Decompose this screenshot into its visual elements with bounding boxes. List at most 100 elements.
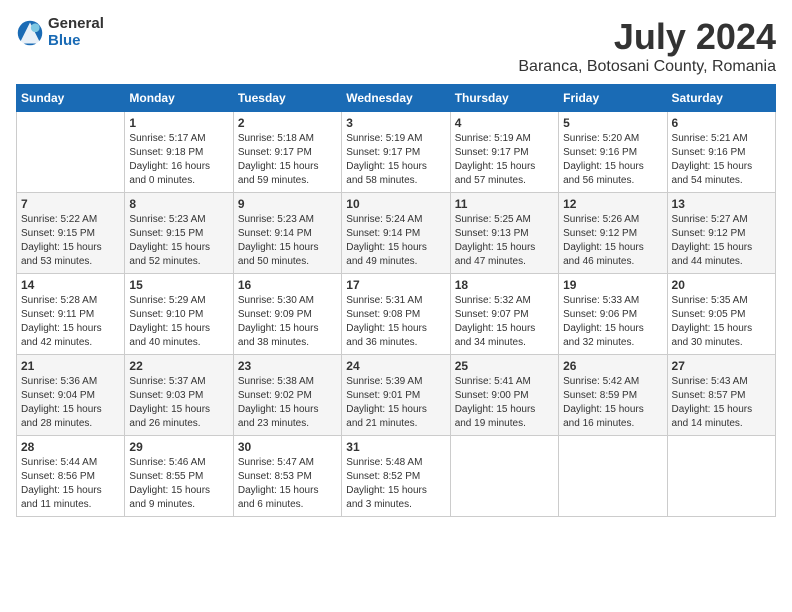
calendar-cell: 2 Sunrise: 5:18 AM Sunset: 9:17 PM Daylig… [233, 112, 341, 193]
header-wednesday: Wednesday [342, 85, 450, 112]
day-number: 2 [238, 116, 337, 130]
day-info: Sunrise: 5:39 AM Sunset: 9:01 PM Dayligh… [346, 375, 445, 431]
day-info: Sunrise: 5:19 AM Sunset: 9:17 PM Dayligh… [346, 132, 445, 188]
calendar-cell [450, 436, 558, 517]
day-number: 4 [455, 116, 554, 130]
day-number: 7 [21, 197, 120, 211]
day-number: 26 [563, 359, 662, 373]
calendar-cell: 8 Sunrise: 5:23 AM Sunset: 9:15 PM Daylig… [125, 193, 233, 274]
calendar-cell: 11 Sunrise: 5:25 AM Sunset: 9:13 PM Dayli… [450, 193, 558, 274]
calendar-table: SundayMondayTuesdayWednesdayThursdayFrid… [16, 84, 776, 517]
calendar-cell [17, 112, 125, 193]
day-info: Sunrise: 5:24 AM Sunset: 9:14 PM Dayligh… [346, 213, 445, 269]
calendar-cell: 3Sunrise: 5:19 AM Sunset: 9:17 PM Daylig… [342, 112, 450, 193]
calendar-cell: 17Sunrise: 5:31 AM Sunset: 9:08 PM Dayli… [342, 274, 450, 355]
day-info: Sunrise: 5:23 AM Sunset: 9:14 PM Dayligh… [238, 213, 337, 269]
day-number: 11 [455, 197, 554, 211]
day-number: 30 [238, 440, 337, 454]
calendar-cell: 13Sunrise: 5:27 AM Sunset: 9:12 PM Dayli… [667, 193, 775, 274]
calendar-header: SundayMondayTuesdayWednesdayThursdayFrid… [17, 85, 776, 112]
calendar-week-3: 14Sunrise: 5:28 AM Sunset: 9:11 PM Dayli… [17, 274, 776, 355]
day-info: Sunrise: 5:22 AM Sunset: 9:15 PM Dayligh… [21, 213, 120, 269]
day-info: Sunrise: 5:27 AM Sunset: 9:12 PM Dayligh… [672, 213, 771, 269]
calendar-cell: 20 Sunrise: 5:35 AM Sunset: 9:05 PM Dayli… [667, 274, 775, 355]
day-number: 23 [238, 359, 337, 373]
calendar-cell: 24 Sunrise: 5:39 AM Sunset: 9:01 PM Dayli… [342, 355, 450, 436]
calendar-week-5: 28 Sunrise: 5:44 AM Sunset: 8:56 PM Dayli… [17, 436, 776, 517]
day-info: Sunrise: 5:37 AM Sunset: 9:03 PM Dayligh… [129, 375, 228, 431]
calendar-cell: 22 Sunrise: 5:37 AM Sunset: 9:03 PM Dayli… [125, 355, 233, 436]
day-number: 24 [346, 359, 445, 373]
calendar-cell: 18Sunrise: 5:32 AM Sunset: 9:07 PM Dayli… [450, 274, 558, 355]
day-number: 6 [672, 116, 771, 130]
day-number: 31 [346, 440, 445, 454]
day-number: 20 [672, 278, 771, 292]
day-number: 29 [129, 440, 228, 454]
day-number: 18 [455, 278, 554, 292]
logo-general: General [48, 16, 104, 33]
calendar-cell: 1 Sunrise: 5:17 AM Sunset: 9:18 PM Daylig… [125, 112, 233, 193]
day-number: 9 [238, 197, 337, 211]
day-info: Sunrise: 5:28 AM Sunset: 9:11 PM Dayligh… [21, 294, 120, 350]
calendar-cell: 25Sunrise: 5:41 AM Sunset: 9:00 PM Dayli… [450, 355, 558, 436]
calendar-cell: 31 Sunrise: 5:48 AM Sunset: 8:52 PM Dayli… [342, 436, 450, 517]
calendar-cell: 28 Sunrise: 5:44 AM Sunset: 8:56 PM Dayli… [17, 436, 125, 517]
page-header: General Blue July 2024 Baranca, Botosani… [16, 16, 776, 76]
day-number: 15 [129, 278, 228, 292]
day-info: Sunrise: 5:46 AM Sunset: 8:55 PM Dayligh… [129, 456, 228, 512]
calendar-week-4: 21Sunrise: 5:36 AM Sunset: 9:04 PM Dayli… [17, 355, 776, 436]
day-info: Sunrise: 5:44 AM Sunset: 8:56 PM Dayligh… [21, 456, 120, 512]
calendar-cell [559, 436, 667, 517]
logo-icon [16, 19, 44, 47]
logo-text: General Blue [48, 16, 104, 49]
calendar-cell: 14Sunrise: 5:28 AM Sunset: 9:11 PM Dayli… [17, 274, 125, 355]
calendar-cell: 23 Sunrise: 5:38 AM Sunset: 9:02 PM Dayli… [233, 355, 341, 436]
day-info: Sunrise: 5:30 AM Sunset: 9:09 PM Dayligh… [238, 294, 337, 350]
day-info: Sunrise: 5:29 AM Sunset: 9:10 PM Dayligh… [129, 294, 228, 350]
day-info: Sunrise: 5:31 AM Sunset: 9:08 PM Dayligh… [346, 294, 445, 350]
calendar-week-2: 7 Sunrise: 5:22 AM Sunset: 9:15 PM Daylig… [17, 193, 776, 274]
header-thursday: Thursday [450, 85, 558, 112]
header-saturday: Saturday [667, 85, 775, 112]
day-info: Sunrise: 5:17 AM Sunset: 9:18 PM Dayligh… [129, 132, 228, 188]
logo: General Blue [16, 16, 104, 49]
calendar-cell: 29 Sunrise: 5:46 AM Sunset: 8:55 PM Dayli… [125, 436, 233, 517]
day-number: 19 [563, 278, 662, 292]
day-number: 16 [238, 278, 337, 292]
calendar-cell: 27 Sunrise: 5:43 AM Sunset: 8:57 PM Dayli… [667, 355, 775, 436]
calendar-cell: 12 Sunrise: 5:26 AM Sunset: 9:12 PM Dayli… [559, 193, 667, 274]
day-info: Sunrise: 5:25 AM Sunset: 9:13 PM Dayligh… [455, 213, 554, 269]
day-info: Sunrise: 5:20 AM Sunset: 9:16 PM Dayligh… [563, 132, 662, 188]
day-info: Sunrise: 5:33 AM Sunset: 9:06 PM Dayligh… [563, 294, 662, 350]
day-info: Sunrise: 5:43 AM Sunset: 8:57 PM Dayligh… [672, 375, 771, 431]
header-sunday: Sunday [17, 85, 125, 112]
day-info: Sunrise: 5:48 AM Sunset: 8:52 PM Dayligh… [346, 456, 445, 512]
header-monday: Monday [125, 85, 233, 112]
calendar-cell: 5 Sunrise: 5:20 AM Sunset: 9:16 PM Daylig… [559, 112, 667, 193]
day-number: 27 [672, 359, 771, 373]
day-info: Sunrise: 5:21 AM Sunset: 9:16 PM Dayligh… [672, 132, 771, 188]
day-number: 5 [563, 116, 662, 130]
day-info: Sunrise: 5:23 AM Sunset: 9:15 PM Dayligh… [129, 213, 228, 269]
day-number: 8 [129, 197, 228, 211]
day-number: 22 [129, 359, 228, 373]
day-number: 28 [21, 440, 120, 454]
day-number: 12 [563, 197, 662, 211]
calendar-cell: 19 Sunrise: 5:33 AM Sunset: 9:06 PM Dayli… [559, 274, 667, 355]
month-title: July 2024 [518, 16, 776, 58]
day-info: Sunrise: 5:41 AM Sunset: 9:00 PM Dayligh… [455, 375, 554, 431]
day-info: Sunrise: 5:26 AM Sunset: 9:12 PM Dayligh… [563, 213, 662, 269]
day-info: Sunrise: 5:19 AM Sunset: 9:17 PM Dayligh… [455, 132, 554, 188]
calendar-week-1: 1 Sunrise: 5:17 AM Sunset: 9:18 PM Daylig… [17, 112, 776, 193]
calendar-cell: 30Sunrise: 5:47 AM Sunset: 8:53 PM Dayli… [233, 436, 341, 517]
day-info: Sunrise: 5:42 AM Sunset: 8:59 PM Dayligh… [563, 375, 662, 431]
title-area: July 2024 Baranca, Botosani County, Roma… [518, 16, 776, 76]
logo-blue: Blue [48, 33, 104, 50]
location-title: Baranca, Botosani County, Romania [518, 58, 776, 76]
day-info: Sunrise: 5:18 AM Sunset: 9:17 PM Dayligh… [238, 132, 337, 188]
day-info: Sunrise: 5:35 AM Sunset: 9:05 PM Dayligh… [672, 294, 771, 350]
header-tuesday: Tuesday [233, 85, 341, 112]
day-info: Sunrise: 5:36 AM Sunset: 9:04 PM Dayligh… [21, 375, 120, 431]
day-info: Sunrise: 5:38 AM Sunset: 9:02 PM Dayligh… [238, 375, 337, 431]
day-number: 1 [129, 116, 228, 130]
